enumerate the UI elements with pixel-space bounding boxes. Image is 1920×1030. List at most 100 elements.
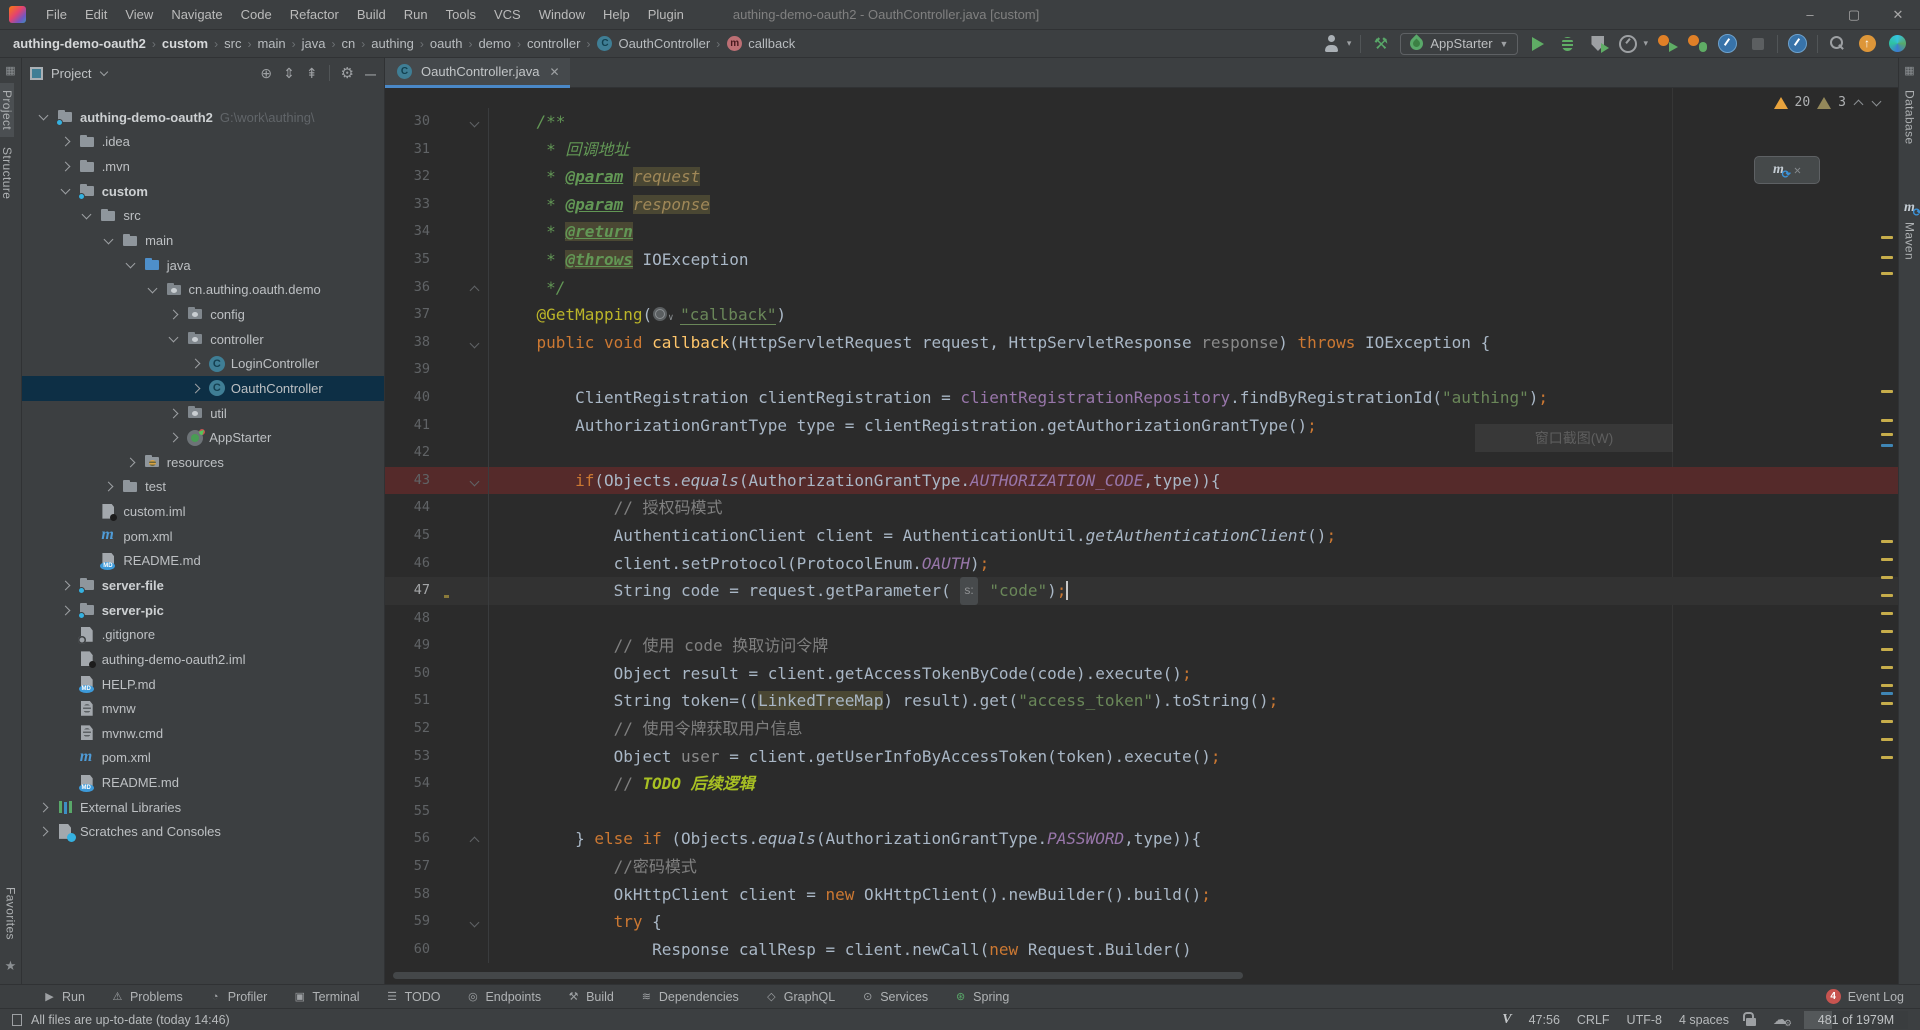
- menu-item-view[interactable]: View: [116, 0, 162, 29]
- attach-run-icon[interactable]: [1657, 33, 1678, 54]
- code-text[interactable]: // 使用令牌获取用户信息: [489, 715, 803, 743]
- code-text[interactable]: */: [489, 274, 565, 302]
- tree-item-main[interactable]: main: [22, 228, 384, 253]
- warning-stripe-mark[interactable]: [1881, 390, 1893, 393]
- profiler-icon[interactable]: [1617, 33, 1638, 54]
- tool-window-profiler[interactable]: ◔Profiler: [196, 985, 281, 1008]
- gutter[interactable]: 46: [385, 550, 489, 578]
- breadcrumb-item-authing[interactable]: authing: [370, 36, 415, 51]
- menu-item-file[interactable]: File: [37, 0, 76, 29]
- user-icon[interactable]: [1321, 33, 1342, 54]
- warning-stripe-mark[interactable]: [1881, 236, 1893, 239]
- gutter[interactable]: 51: [385, 687, 489, 715]
- code-text[interactable]: if(Objects.equals(AuthorizationGrantType…: [489, 467, 1220, 495]
- breadcrumb-item-controller[interactable]: controller: [526, 36, 581, 51]
- file-encoding[interactable]: UTF-8: [1627, 1013, 1662, 1027]
- debug-icon[interactable]: [1557, 33, 1578, 54]
- breadcrumb-item-src[interactable]: src: [223, 36, 242, 51]
- bookmarks-star-icon[interactable]: ★: [5, 958, 17, 974]
- tree-item-help-md[interactable]: HELP.md: [22, 672, 384, 697]
- event-log-button[interactable]: 4 Event Log: [1826, 989, 1908, 1004]
- gutter[interactable]: 48: [385, 605, 489, 633]
- tree-item-custom[interactable]: custom: [22, 179, 384, 204]
- expand-all-icon[interactable]: [283, 66, 295, 80]
- code-text[interactable]: * 回调地址: [489, 136, 629, 164]
- line-separator[interactable]: CRLF: [1577, 1013, 1610, 1027]
- chevron-right-icon[interactable]: [39, 802, 49, 812]
- tool-window-run[interactable]: ▶Run: [30, 985, 98, 1008]
- stripe-item-favorites[interactable]: Favorites: [4, 880, 18, 947]
- tool-window-terminal[interactable]: ▣Terminal: [280, 985, 372, 1008]
- code-text[interactable]: /**: [489, 108, 565, 136]
- tree-item-authing-demo-oauth2[interactable]: authing-demo-oauth2G:\work\authing\: [22, 105, 384, 130]
- tree-item-custom-iml[interactable]: custom.iml: [22, 499, 384, 524]
- chevron-down-icon[interactable]: [39, 111, 49, 121]
- menu-item-window[interactable]: Window: [530, 0, 594, 29]
- chevron-right-icon[interactable]: [104, 482, 114, 492]
- indent-setting[interactable]: 4 spaces: [1679, 1013, 1729, 1027]
- stripe-item-project[interactable]: Project: [0, 83, 14, 137]
- gutter[interactable]: 30: [385, 108, 489, 136]
- tool-window-build[interactable]: ⚒Build: [554, 985, 627, 1008]
- maximize-button[interactable]: ▢: [1832, 0, 1876, 29]
- info-stripe-mark[interactable]: [1881, 444, 1893, 447]
- code-text[interactable]: String code = request.getParameter( s: "…: [489, 577, 1068, 605]
- chevron-down-icon[interactable]: [82, 209, 92, 219]
- code-text[interactable]: ClientRegistration clientRegistration = …: [489, 384, 1548, 412]
- next-issue-icon[interactable]: [1872, 97, 1882, 107]
- chevron-right-icon[interactable]: [169, 408, 179, 418]
- chevron-right-icon[interactable]: [190, 383, 200, 393]
- chevron-down-icon[interactable]: [100, 68, 108, 76]
- memory-indicator[interactable]: 481 of 1979M: [1804, 1011, 1908, 1029]
- tab-oauthcontroller[interactable]: C OauthController.java ✕: [385, 58, 570, 88]
- code-text[interactable]: Response callResp = client.newCall(new R…: [489, 936, 1192, 964]
- tool-window-problems[interactable]: ⚠Problems: [98, 985, 196, 1008]
- menu-item-plugin[interactable]: Plugin: [639, 0, 693, 29]
- chevron-right-icon[interactable]: [60, 605, 70, 615]
- breadcrumb-item-java[interactable]: java: [301, 36, 327, 51]
- caret-position[interactable]: 47:56: [1529, 1013, 1560, 1027]
- close-button[interactable]: ✕: [1876, 0, 1920, 29]
- fold-collapse-icon[interactable]: [470, 118, 480, 128]
- chevron-down-icon[interactable]: [169, 333, 179, 343]
- menu-item-run[interactable]: Run: [395, 0, 437, 29]
- chevron-down-icon[interactable]: [104, 234, 114, 244]
- menu-item-refactor[interactable]: Refactor: [281, 0, 348, 29]
- stripe-item-structure[interactable]: Structure: [0, 140, 14, 206]
- fold-collapse-icon[interactable]: [470, 918, 480, 928]
- breadcrumb-item-cn[interactable]: cn: [341, 36, 357, 51]
- code-text[interactable]: // TODO 后续逻辑: [489, 770, 755, 798]
- inspections-widget[interactable]: 20 3: [1774, 95, 1882, 110]
- menu-item-navigate[interactable]: Navigate: [162, 0, 231, 29]
- warning-stripe-mark[interactable]: [1881, 558, 1893, 561]
- collab-icon[interactable]: [1887, 33, 1908, 54]
- gutter[interactable]: 35: [385, 246, 489, 274]
- tool-window-grid-icon[interactable]: ▦: [1904, 64, 1914, 77]
- hide-panel-icon[interactable]: [365, 66, 376, 81]
- tree-item-idea[interactable]: .idea: [22, 130, 384, 155]
- update-icon[interactable]: [1857, 33, 1878, 54]
- gutter[interactable]: 55: [385, 798, 489, 826]
- chevron-right-icon[interactable]: [169, 433, 179, 443]
- chevron-right-icon[interactable]: [125, 457, 135, 467]
- gutter[interactable]: 53: [385, 743, 489, 771]
- code-text[interactable]: String token=((LinkedTreeMap) result).ge…: [489, 687, 1278, 715]
- gutter[interactable]: 42: [385, 439, 489, 467]
- close-icon[interactable]: ✕: [550, 65, 560, 79]
- menu-item-edit[interactable]: Edit: [76, 0, 116, 29]
- chevron-right-icon[interactable]: [169, 309, 179, 319]
- tree-item-gitignore[interactable]: .gitignore: [22, 622, 384, 647]
- gutter[interactable]: 33: [385, 191, 489, 219]
- gutter[interactable]: 32: [385, 163, 489, 191]
- previous-issue-icon[interactable]: [1854, 100, 1864, 110]
- search-icon[interactable]: [1827, 33, 1848, 54]
- gutter[interactable]: 60: [385, 936, 489, 964]
- fold-collapse-icon[interactable]: [470, 338, 480, 348]
- warning-stripe-mark[interactable]: [1881, 684, 1893, 687]
- close-icon[interactable]: ✕: [1794, 163, 1801, 177]
- tree-item-mvn[interactable]: .mvn: [22, 154, 384, 179]
- tree-item-src[interactable]: src: [22, 204, 384, 229]
- tree-item-java[interactable]: java: [22, 253, 384, 278]
- gutter[interactable]: 39: [385, 356, 489, 384]
- tree-item-pom-xml[interactable]: pom.xml: [22, 746, 384, 771]
